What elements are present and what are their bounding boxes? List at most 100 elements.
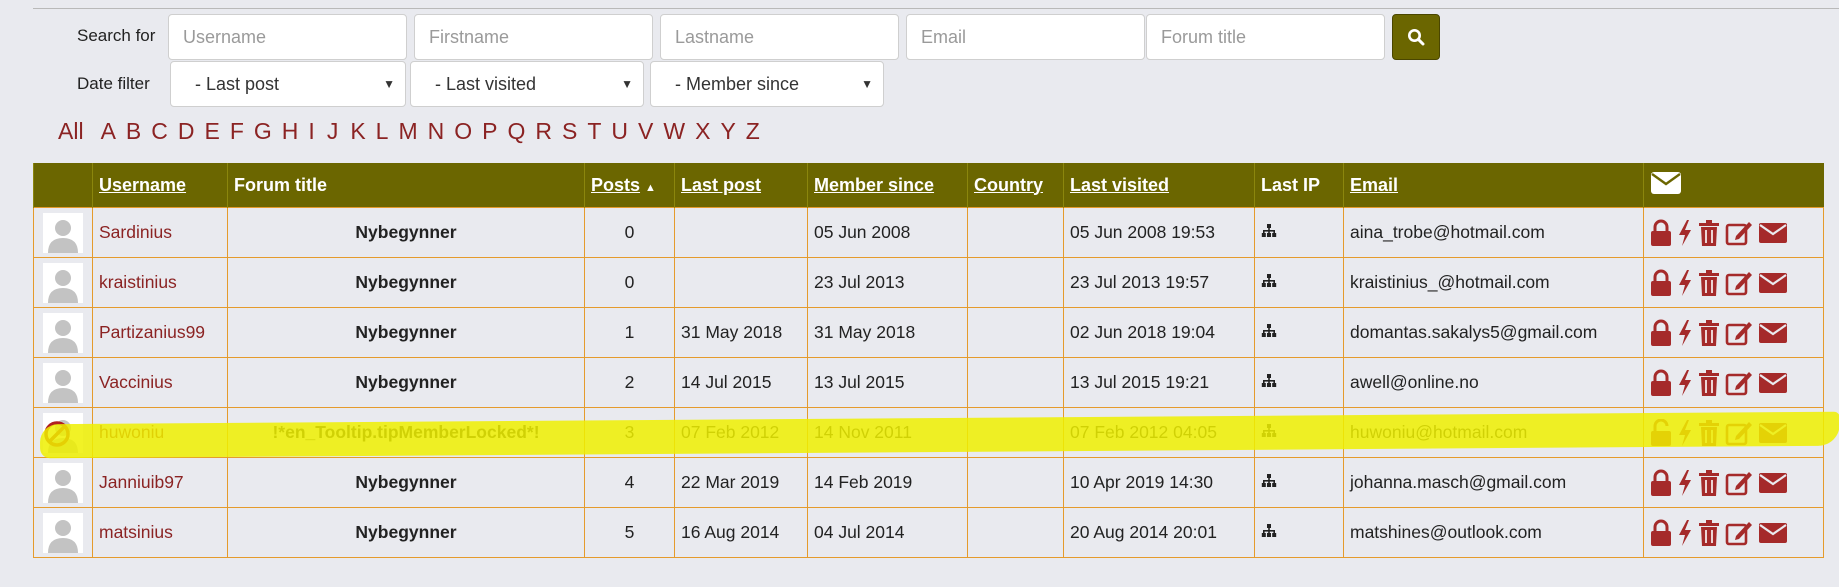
lock-toggle-button[interactable] <box>1650 418 1672 447</box>
alpha-filter-w[interactable]: W <box>663 118 685 145</box>
alpha-filter-y[interactable]: Y <box>720 118 735 145</box>
edit-button[interactable] <box>1725 469 1753 497</box>
last-ip-cell[interactable] <box>1254 207 1344 258</box>
last-ip-cell[interactable] <box>1254 507 1344 558</box>
quick-action-button[interactable] <box>1677 269 1693 297</box>
username-link[interactable]: kraistinius <box>99 272 177 292</box>
header-username[interactable]: Username <box>92 163 228 208</box>
edit-button[interactable] <box>1725 519 1753 547</box>
username-link[interactable]: Partizanius99 <box>99 322 205 342</box>
header-last-post[interactable]: Last post <box>674 163 808 208</box>
send-mail-button[interactable] <box>1758 372 1788 394</box>
send-mail-button[interactable] <box>1758 272 1788 294</box>
delete-button[interactable] <box>1698 319 1720 347</box>
alpha-filter-g[interactable]: G <box>254 118 272 145</box>
delete-button[interactable] <box>1698 519 1720 547</box>
send-mail-button[interactable] <box>1758 222 1788 244</box>
email-input[interactable] <box>906 14 1145 60</box>
quick-action-button[interactable] <box>1677 369 1693 397</box>
header-last-visited[interactable]: Last visited <box>1063 163 1255 208</box>
username-input[interactable] <box>168 14 407 60</box>
forum-title-cell: Nybegynner <box>227 457 585 508</box>
lock-toggle-button[interactable] <box>1650 369 1672 397</box>
alpha-filter-p[interactable]: P <box>482 118 497 145</box>
alpha-filter-f[interactable]: F <box>230 118 244 145</box>
alpha-filter-r[interactable]: R <box>535 118 552 145</box>
username-link[interactable]: matsinius <box>99 522 173 542</box>
alpha-filter-i[interactable]: I <box>308 118 314 145</box>
member-since-select[interactable]: - Member since ▼ <box>650 61 884 107</box>
alpha-filter-c[interactable]: C <box>151 118 168 145</box>
alpha-filter-h[interactable]: H <box>282 118 299 145</box>
last-post-select[interactable]: - Last post ▼ <box>170 61 406 107</box>
lock-toggle-button[interactable] <box>1650 269 1672 297</box>
lock-toggle-button[interactable] <box>1650 469 1672 497</box>
edit-button[interactable] <box>1725 369 1753 397</box>
edit-button[interactable] <box>1725 219 1753 247</box>
edit-button[interactable] <box>1725 269 1753 297</box>
lastname-input[interactable] <box>660 14 899 60</box>
username-link[interactable]: Vaccinius <box>99 372 173 392</box>
bolt-icon <box>1679 319 1691 346</box>
alpha-filter-k[interactable]: K <box>350 118 365 145</box>
last-ip-cell[interactable] <box>1254 357 1344 408</box>
last-ip-cell[interactable] <box>1254 407 1344 458</box>
username-link[interactable]: huwoniu <box>99 422 164 442</box>
send-mail-button[interactable] <box>1758 322 1788 344</box>
alpha-filter-j[interactable]: J <box>327 118 339 145</box>
alpha-filter-l[interactable]: L <box>376 118 389 145</box>
header-member-since[interactable]: Member since <box>807 163 968 208</box>
alpha-filter-m[interactable]: M <box>398 118 417 145</box>
last-ip-cell[interactable] <box>1254 307 1344 358</box>
quick-action-button[interactable] <box>1677 519 1693 547</box>
lock-toggle-button[interactable] <box>1650 519 1672 547</box>
alpha-filter-a[interactable]: A <box>101 118 116 145</box>
delete-button[interactable] <box>1698 419 1720 447</box>
delete-button[interactable] <box>1698 219 1720 247</box>
alpha-filter-all[interactable]: All <box>58 118 84 145</box>
alpha-filter-v[interactable]: V <box>638 118 653 145</box>
header-mail-all[interactable] <box>1643 163 1824 208</box>
alpha-filter-s[interactable]: S <box>562 118 577 145</box>
lock-icon <box>1651 519 1671 546</box>
sitemap-icon <box>1261 274 1277 287</box>
username-cell: Vaccinius <box>92 357 228 408</box>
header-country[interactable]: Country <box>967 163 1064 208</box>
alpha-filter-z[interactable]: Z <box>746 118 760 145</box>
last-visited-select[interactable]: - Last visited ▼ <box>410 61 644 107</box>
alpha-filter-b[interactable]: B <box>126 118 141 145</box>
edit-button[interactable] <box>1725 319 1753 347</box>
last-ip-cell[interactable] <box>1254 257 1344 308</box>
alpha-filter-d[interactable]: D <box>178 118 195 145</box>
alpha-filter-u[interactable]: U <box>611 118 628 145</box>
quick-action-button[interactable] <box>1677 319 1693 347</box>
quick-action-button[interactable] <box>1677 469 1693 497</box>
last-ip-cell[interactable] <box>1254 457 1344 508</box>
edit-button[interactable] <box>1725 419 1753 447</box>
forum-title-input[interactable] <box>1146 14 1385 60</box>
quick-action-button[interactable] <box>1677 419 1693 447</box>
alpha-filter-n[interactable]: N <box>428 118 445 145</box>
lock-toggle-button[interactable] <box>1650 219 1672 247</box>
send-mail-button[interactable] <box>1758 422 1788 444</box>
username-link[interactable]: Janniuib97 <box>99 472 184 492</box>
search-button[interactable] <box>1392 14 1440 60</box>
edit-icon <box>1725 421 1752 445</box>
delete-button[interactable] <box>1698 269 1720 297</box>
header-email[interactable]: Email <box>1343 163 1644 208</box>
actions-cell <box>1643 457 1824 508</box>
alpha-filter-e[interactable]: E <box>205 118 220 145</box>
alpha-filter-x[interactable]: X <box>695 118 710 145</box>
delete-button[interactable] <box>1698 369 1720 397</box>
alpha-filter-q[interactable]: Q <box>507 118 525 145</box>
quick-action-button[interactable] <box>1677 219 1693 247</box>
header-posts[interactable]: Posts ▲ <box>584 163 675 208</box>
delete-button[interactable] <box>1698 469 1720 497</box>
lock-toggle-button[interactable] <box>1650 319 1672 347</box>
send-mail-button[interactable] <box>1758 522 1788 544</box>
alpha-filter-t[interactable]: T <box>587 118 601 145</box>
send-mail-button[interactable] <box>1758 472 1788 494</box>
firstname-input[interactable] <box>414 14 653 60</box>
alpha-filter-o[interactable]: O <box>454 118 472 145</box>
username-link[interactable]: Sardinius <box>99 222 172 242</box>
